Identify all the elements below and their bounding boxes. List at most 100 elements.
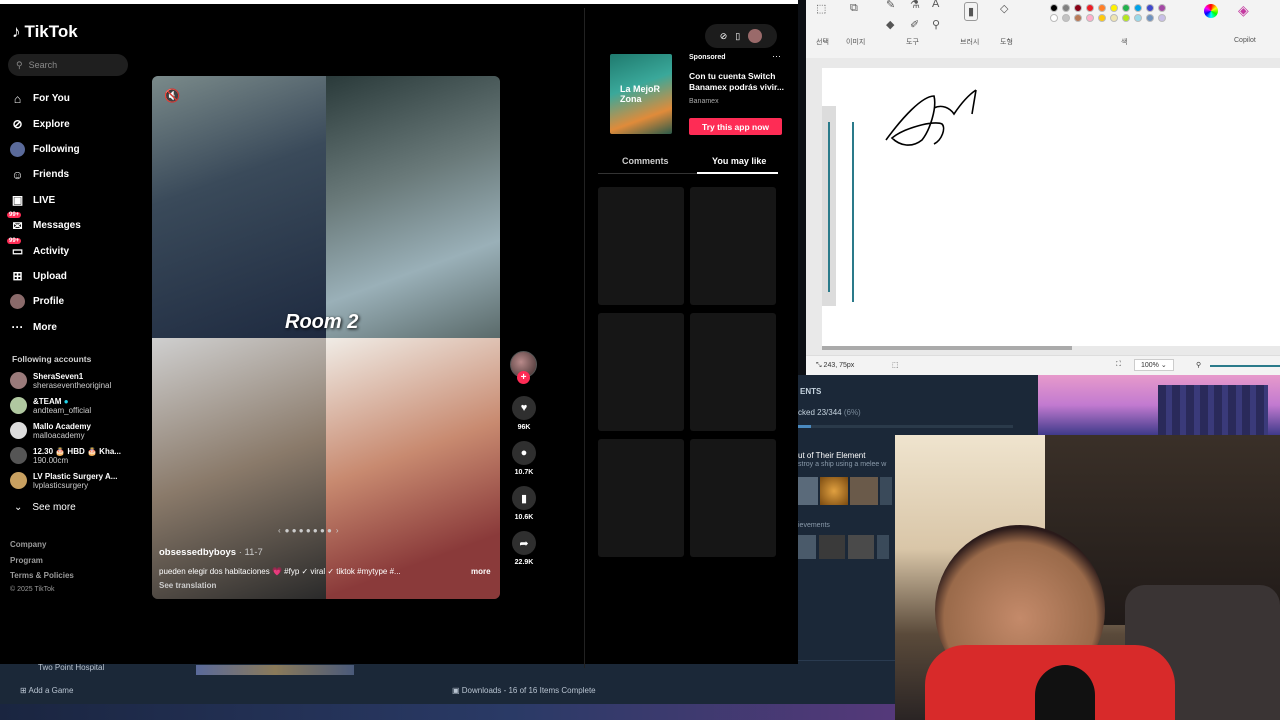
achievement-icon	[848, 535, 874, 559]
account-item[interactable]: LV Plastic Surgery A... lvplasticsurgery	[10, 468, 140, 493]
shapes-icon[interactable]: ◇	[1000, 2, 1008, 15]
paint-canvas[interactable]	[822, 68, 1280, 350]
nav-live[interactable]: ▣ LIVE	[10, 188, 140, 213]
achievement-icons[interactable]	[798, 477, 893, 507]
suggested-video-tile[interactable]	[598, 187, 684, 305]
account-item[interactable]: SheraSeven1 sheraseventheoriginal	[10, 368, 140, 393]
nav-more[interactable]: ··· More	[10, 315, 140, 340]
nav-friends[interactable]: ☺ Friends	[10, 162, 140, 187]
see-more-button[interactable]: ⌄ See more	[14, 502, 76, 513]
ad-title[interactable]: Con tu cuenta Switch Banamex podrás vivi…	[689, 71, 784, 93]
color-swatch[interactable]	[1098, 14, 1106, 22]
footer-company[interactable]: Company	[10, 540, 46, 549]
video-player[interactable]	[152, 76, 500, 599]
see-translation-link[interactable]: See translation	[159, 581, 216, 590]
account-item[interactable]: &TEAM ● andteam_official	[10, 393, 140, 418]
nav-profile[interactable]: Profile	[10, 289, 140, 314]
magnifier-icon[interactable]: ⚲	[932, 18, 940, 31]
color-swatch[interactable]	[1074, 4, 1082, 12]
video-author[interactable]: obsessedbyboys · 11-7	[159, 547, 263, 558]
zoom-select[interactable]: 100% ⌄	[1134, 359, 1174, 371]
color-swatch[interactable]	[1098, 4, 1106, 12]
suggested-video-tile[interactable]	[690, 313, 776, 431]
mute-icon[interactable]: 🔇	[164, 88, 180, 104]
copilot-icon[interactable]: ◈	[1238, 2, 1249, 19]
pencil-icon[interactable]: ✎	[886, 0, 895, 11]
tab-comments[interactable]: Comments	[622, 156, 669, 166]
tiktok-logo[interactable]: ♪ TikTok	[12, 22, 78, 42]
microphone	[1035, 665, 1095, 720]
fit-icon[interactable]: ⛶	[1116, 361, 1121, 369]
color-swatch[interactable]	[1110, 14, 1118, 22]
achievement-progress-pct: (6%)	[843, 408, 861, 417]
footer-terms[interactable]: Terms & Policies	[10, 571, 74, 580]
color-swatch[interactable]	[1134, 14, 1142, 22]
color-swatch[interactable]	[1086, 4, 1094, 12]
account-item[interactable]: Mallo Academy malloacademy	[10, 418, 140, 443]
nav-following[interactable]: Following	[10, 137, 140, 162]
follow-plus-icon[interactable]: +	[517, 371, 530, 384]
user-avatar[interactable]	[748, 29, 763, 43]
downloads-status[interactable]: ▣ Downloads - 16 of 16 Items Complete	[452, 686, 596, 695]
achievement-icon	[798, 477, 818, 505]
tab-you-may-like[interactable]: You may like	[712, 156, 766, 166]
color-swatch[interactable]	[1074, 14, 1082, 22]
color-swatch[interactable]	[1050, 4, 1058, 12]
color-swatch[interactable]	[1062, 4, 1070, 12]
nav-explore[interactable]: ⊘ Explore	[10, 111, 140, 136]
suggested-video-tile[interactable]	[598, 313, 684, 431]
color-picker-icon[interactable]: ✐	[910, 18, 919, 31]
color-swatch[interactable]	[1134, 4, 1142, 12]
comment-button[interactable]: ● 10.7K	[510, 441, 538, 476]
suggested-video-tile[interactable]	[598, 439, 684, 557]
caption-more-button[interactable]: more	[471, 567, 491, 576]
nav-activity[interactable]: ▭ 99+ Activity	[7, 237, 140, 263]
share-button[interactable]: ➦ 22.9K	[510, 531, 538, 566]
color-swatch[interactable]	[1086, 14, 1094, 22]
color-swatch[interactable]	[1050, 14, 1058, 22]
add-game-button[interactable]: ⊞ Add a Game	[20, 686, 73, 695]
color-swatch[interactable]	[1146, 4, 1154, 12]
bookmark-button[interactable]: ▮ 10.6K	[510, 486, 538, 521]
nav-upload[interactable]: ⊞ Upload	[10, 264, 140, 289]
sponsored-label: Sponsored	[689, 54, 726, 61]
text-icon[interactable]: A	[932, 0, 939, 10]
color-swatch[interactable]	[1146, 14, 1154, 22]
footer-program[interactable]: Program	[10, 556, 43, 565]
color-swatch[interactable]	[1110, 4, 1118, 12]
color-swatch[interactable]	[1122, 4, 1130, 12]
image-icon[interactable]: ⧉	[850, 2, 858, 15]
color-swatch[interactable]	[1062, 14, 1070, 22]
nav-messages[interactable]: ✉ 99+ Messages	[7, 212, 140, 238]
color-wheel-icon[interactable]	[1204, 4, 1218, 18]
brush-size-slider[interactable]	[828, 122, 830, 292]
carousel-dots[interactable]: ‹ ● ● ● ● ● ● ● ›	[278, 526, 339, 535]
ad-image[interactable]: La MejoR Zona	[610, 54, 672, 134]
nav-for-you[interactable]: ⌂ For You	[10, 86, 140, 111]
ad-options-icon[interactable]: ···	[772, 51, 781, 61]
live-icon: ▣	[11, 193, 24, 208]
zoom-out-icon[interactable]: ⚲	[1196, 361, 1201, 369]
ad-cta-button[interactable]: Try this app now	[689, 118, 782, 135]
compass-icon[interactable]: ⊘	[720, 31, 728, 42]
achievement-icon	[877, 535, 889, 559]
zoom-slider[interactable]	[1210, 365, 1280, 367]
color-swatch[interactable]	[1122, 14, 1130, 22]
eraser-icon[interactable]: ◆	[886, 18, 894, 31]
color-swatch[interactable]	[1158, 4, 1166, 12]
steam-game-label[interactable]: Two Point Hospital	[38, 663, 104, 672]
fill-icon[interactable]: ⚗	[910, 0, 920, 11]
search-input[interactable]: ⚲ Search	[8, 54, 128, 76]
suggested-video-tile[interactable]	[690, 439, 776, 557]
horizontal-scrollbar[interactable]	[822, 346, 1072, 350]
cursor-coords-value: 243, 75px	[823, 362, 855, 369]
like-button[interactable]: ♥ 96K	[510, 396, 538, 431]
opacity-slider[interactable]	[850, 112, 856, 302]
select-icon[interactable]: ⬚	[816, 2, 826, 15]
brush-icon[interactable]: ▮	[964, 2, 979, 21]
achievement-icons-locked[interactable]	[798, 535, 893, 561]
suggested-video-tile[interactable]	[690, 187, 776, 305]
account-item[interactable]: 12.30 🎂 HBD 🎂 Kha... 190.00cm	[10, 443, 140, 468]
color-swatch[interactable]	[1158, 14, 1166, 22]
phone-icon[interactable]: ▯	[735, 31, 740, 42]
